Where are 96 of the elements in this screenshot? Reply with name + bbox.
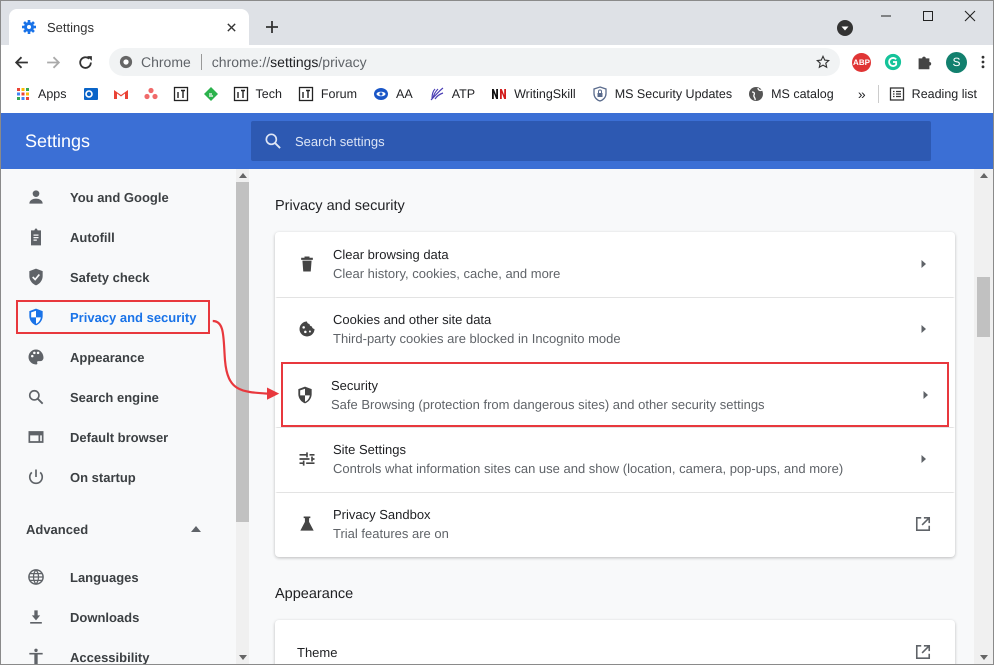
search-icon [263,131,283,151]
settings-row[interactable]: Site Settings Controls what information sites can use and show (location, camera, pop-ups, and more) [275,427,955,492]
browser-tab[interactable]: Settings [9,9,249,45]
row-title: Clear browsing data [333,247,450,262]
scroll-up-icon[interactable] [980,173,988,178]
chevron-icon [923,390,929,400]
overflow-button[interactable]: » [858,86,866,102]
gear-icon [21,19,37,35]
dropdown-icon[interactable] [837,20,853,36]
letter-tile-icon [172,86,188,102]
row-title: Security [331,378,379,392]
bookmark[interactable]: WritingSkill [491,86,576,102]
bookmark[interactable]: MS Security Updates [592,86,732,102]
section-title: Appearance [275,585,354,604]
back-icon[interactable] [13,54,30,70]
scroll-down-icon[interactable] [980,655,988,660]
mail-app-icon [82,86,98,102]
chevron-icon [921,324,927,334]
reading-list-button[interactable]: Reading list [888,86,977,102]
leaf-icon [202,86,218,102]
feather-icon [428,86,445,102]
dots-icon [142,86,158,102]
menu-icon[interactable] [981,55,985,69]
sidebar-item[interactable]: On startup [16,457,210,497]
profile-avatar[interactable]: S [946,52,967,72]
external-link-icon [915,516,931,532]
bookmark[interactable]: ATP [428,86,476,102]
scrollbar[interactable] [236,169,249,664]
sidebar-item[interactable]: Appearance [16,337,210,377]
row-subtitle: Controls what information sites can use and show (location, camera, pop-ups, and more) [333,461,844,476]
section-title: Privacy and security [275,197,406,216]
row-subtitle: Third-party cookies are blocked in Incognito mode [333,331,622,346]
row-title: Site Settings [333,442,407,457]
cookie-icon [297,319,317,339]
settings-row[interactable]: Cookies and other site data Third-party cookies are blocked in Incognito mode [275,297,955,362]
chevron-icon [921,259,927,269]
row-subtitle: Clear history, cookies, cache, and more [333,266,562,281]
shield-icon [592,86,608,102]
eye-icon [373,86,390,102]
letter-tile-icon [298,86,314,102]
sidebar-item[interactable]: Search engine [16,377,210,417]
row-title: Cookies and other site data [333,312,492,327]
bookmark[interactable] [172,86,188,102]
search-field[interactable]: Search settings [251,121,931,161]
globe-icon [26,567,46,587]
scroll-thumb[interactable] [977,277,990,337]
sidebar-item[interactable]: You and Google [16,177,210,217]
close-icon[interactable] [963,9,977,23]
sidebar-item[interactable]: Autofill [16,217,210,257]
address-bar[interactable]: Chrome chrome://settings/privacy [109,48,840,76]
settings-row[interactable]: Theme [275,620,955,664]
site-label: Chrome [141,54,191,70]
row-title: Theme [297,644,338,660]
scroll-up-icon[interactable] [238,173,246,178]
bookmark[interactable]: MS catalog [748,86,834,102]
sidebar-item[interactable]: Downloads [16,597,210,637]
sidebar-item[interactable]: Privacy and security [16,300,210,334]
row-subtitle: Trial features are on [333,526,450,541]
advanced-toggle[interactable]: Advanced [1,497,236,553]
tab-title: Settings [47,20,95,34]
sidebar-item[interactable]: Accessibility [16,637,210,664]
extension-badge[interactable]: ABP [852,52,871,72]
url-text: chrome://settings/privacy [212,54,367,70]
scroll-down-icon[interactable] [238,655,246,660]
sidebar-item[interactable]: Languages [16,557,210,597]
chrome-logo-icon [119,55,133,69]
caret-icon [191,526,201,532]
power-icon [26,467,46,487]
sidebar-item[interactable]: Default browser [16,417,210,457]
scroll-thumb[interactable] [236,182,249,522]
bookmark[interactable]: Apps [15,86,66,102]
settings-row[interactable]: Clear browsing data Clear history, cookies, cache, and more [275,232,955,297]
plus-icon[interactable] [265,20,279,34]
reload-icon[interactable] [77,54,94,70]
page-title: Settings [24,130,92,152]
bookmark[interactable]: Forum [298,86,358,102]
chevron-icon [921,454,927,464]
settings-row[interactable]: Security Safe Browsing (protection from dangerous sites) and other security settings [281,362,949,427]
settings-row[interactable]: Privacy Sandbox Trial features are on [275,492,955,557]
letter-tile-icon [232,86,248,102]
star-icon[interactable] [816,55,830,69]
list-icon [888,86,905,102]
maximize-icon[interactable] [921,9,935,23]
palette-icon [26,347,46,367]
bookmark[interactable]: Tech [232,86,282,102]
row-subtitle: Safe Browsing (protection from dangerous sites) and other security settings [331,396,766,412]
close-icon[interactable] [226,22,237,32]
globe-icon [748,86,764,102]
sidebar-item[interactable]: Safety check [16,257,210,297]
search-icon [26,387,46,407]
scrollbar[interactable] [974,169,993,664]
grid-icon [15,86,31,102]
row-title: Privacy Sandbox [333,507,432,522]
external-link-icon [915,644,931,660]
bookmark[interactable]: AA [373,86,413,102]
letters-icon [491,86,508,102]
